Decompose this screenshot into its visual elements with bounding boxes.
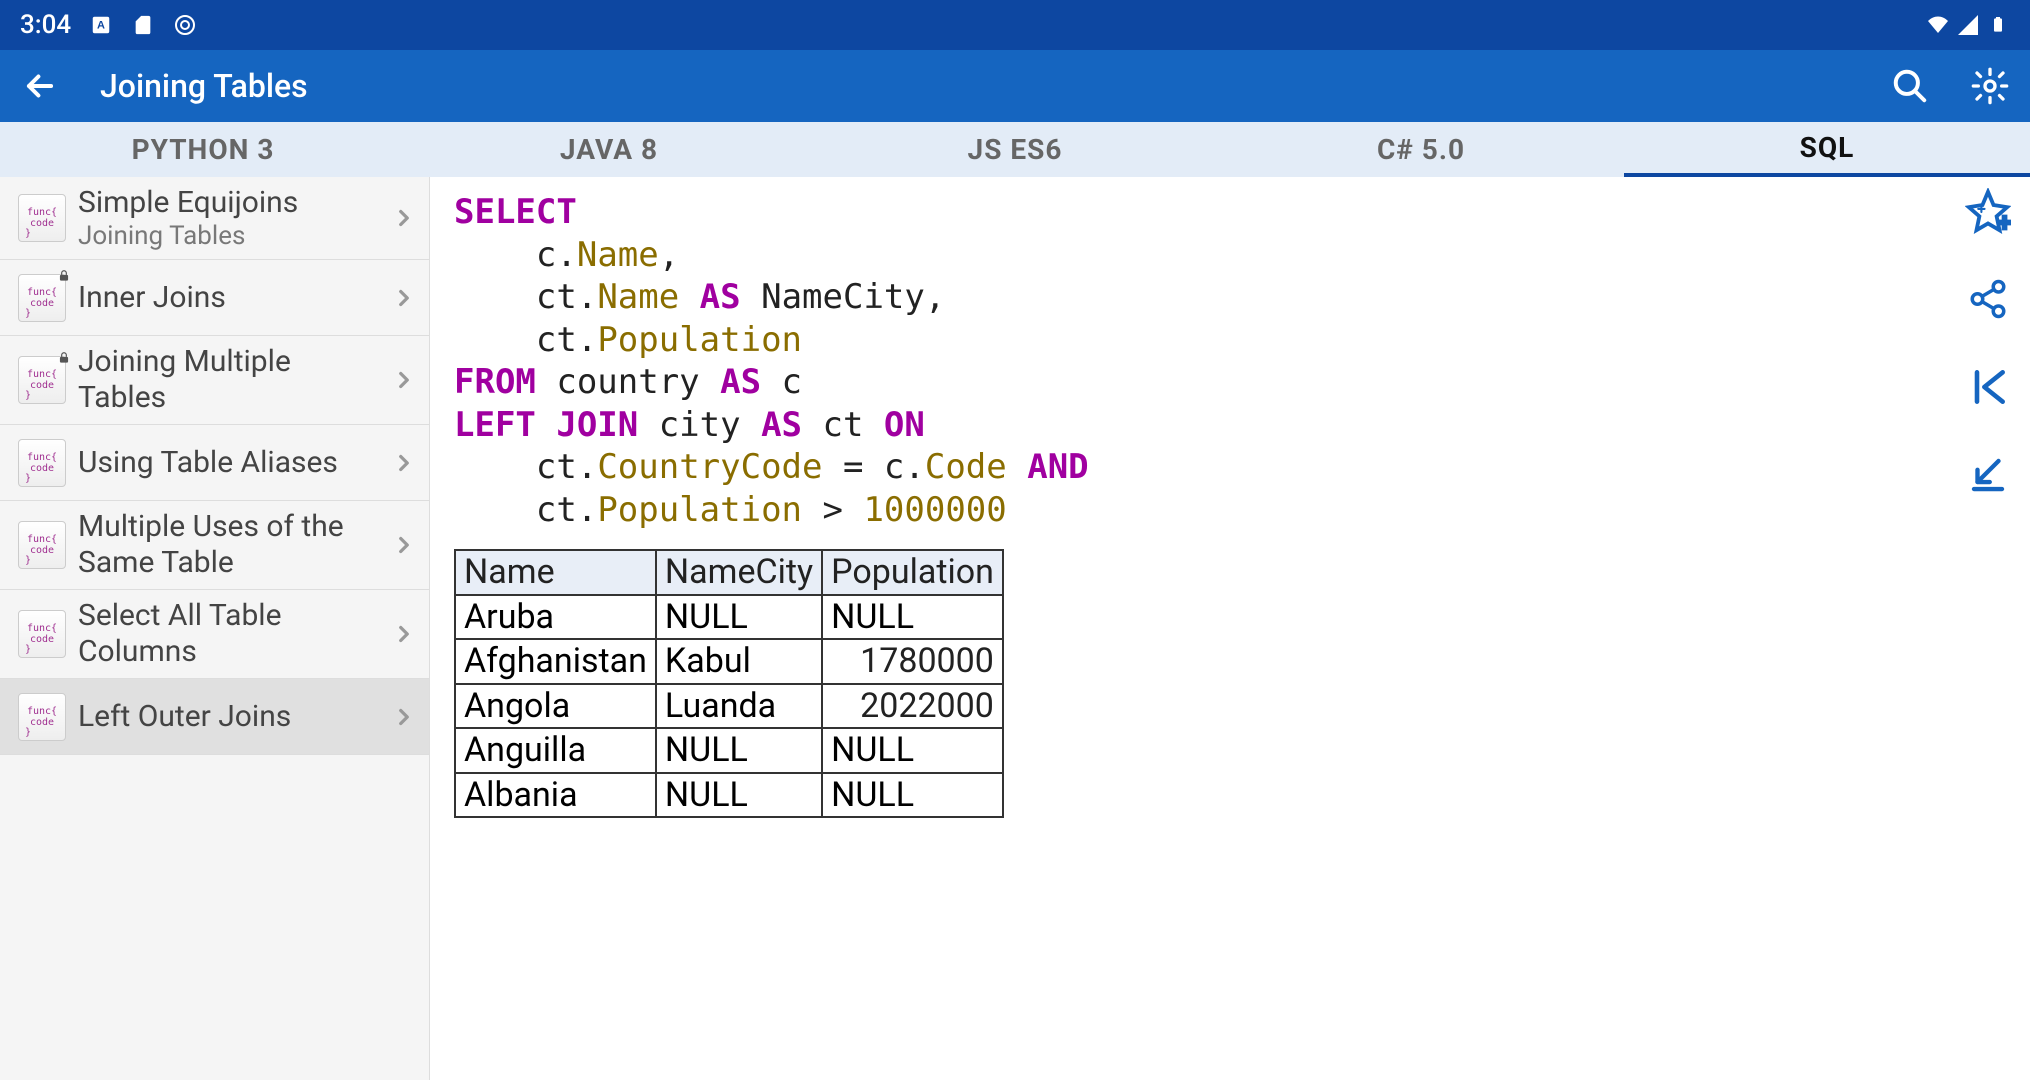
code-file-icon: } [18,610,66,658]
chevron-right-icon [391,367,417,393]
chevron-right-icon [391,205,417,231]
table-cell: NULL [822,595,1003,640]
chevron-right-icon [391,621,417,647]
table-row: ArubaNULLNULL [455,595,1003,640]
tab-java-8[interactable]: JAVA 8 [406,122,812,177]
tab-js-es6[interactable]: JS ES6 [812,122,1218,177]
tab-python-3[interactable]: PYTHON 3 [0,122,406,177]
sidebar-item-select-all-table-columns[interactable]: }Select All Table Columns [0,590,429,679]
tab-sql[interactable]: SQL [1624,122,2030,177]
table-cell: Aruba [455,595,656,640]
sidebar-item-using-table-aliases[interactable]: } Using Table Aliases [0,425,429,501]
table-cell: NULL [656,595,822,640]
lock-icon [57,351,71,365]
sidebar-item-multiple-uses-of-the-same-table[interactable]: }Multiple Uses of the Same Table [0,501,429,590]
table-cell: NULL [656,728,822,773]
table-cell: Anguilla [455,728,656,773]
table-cell: Afghanistan [455,639,656,684]
sidebar-item-title: Using Table Aliases [78,445,379,481]
sidebar-item-joining-multiple-tables[interactable]: }Joining Multiple Tables [0,336,429,425]
table-header: NameCity [656,550,822,595]
chevron-right-icon [391,285,417,311]
code-file-icon: } [18,274,66,322]
table-row: AfghanistanKabul1780000 [455,639,1003,684]
status-time: 3:04 [20,10,71,40]
table-cell: NULL [822,728,1003,773]
code-file-icon: } [18,439,66,487]
chevron-right-icon [391,704,417,730]
code-file-icon: } [18,194,66,242]
signal-icon [1956,13,1980,37]
code-file-icon: } [18,693,66,741]
sidebar-item-title: Select All Table Columns [78,598,379,670]
status-bar: 3:04 A [0,0,2030,50]
sidebar-item-simple-equijoins[interactable]: } Simple EquijoinsJoining Tables [0,177,429,260]
svg-text:A: A [97,20,105,32]
go-start-button[interactable] [1964,363,2012,411]
table-cell: Kabul [656,639,822,684]
share-button[interactable] [1964,275,2012,323]
sidebar-item-title: Simple Equijoins [78,185,379,221]
battery-icon [1986,13,2010,37]
chevron-right-icon [391,532,417,558]
sync-off-icon [173,13,197,37]
table-row: AlbaniaNULLNULL [455,773,1003,818]
sidebar-item-subtitle: Joining Tables [78,221,379,251]
table-cell: Luanda [656,684,822,729]
search-button[interactable] [1890,66,1930,106]
star-add-button[interactable]: + [1964,187,2012,235]
table-cell: Angola [455,684,656,729]
go-bottom-button[interactable] [1964,451,2012,499]
settings-button[interactable] [1970,66,2010,106]
result-table: NameNameCityPopulationArubaNULLNULLAfgha… [454,549,1004,818]
table-cell: Albania [455,773,656,818]
table-cell: NULL [822,773,1003,818]
svg-text:+: + [1998,210,2011,234]
language-tabs: PYTHON 3JAVA 8JS ES6C# 5.0SQL [0,122,2030,177]
tab-c-5-0[interactable]: C# 5.0 [1218,122,1624,177]
content-pane: SELECT c.Name, ct.Name AS NameCity, ct.P… [430,177,2030,1080]
table-header: Name [455,550,656,595]
wifi-icon [1926,13,1950,37]
keyboard-icon: A [89,13,113,37]
sql-code-block: SELECT c.Name, ct.Name AS NameCity, ct.P… [454,191,2006,531]
sidebar-item-title: Left Outer Joins [78,699,379,735]
sidebar-item-title: Multiple Uses of the Same Table [78,509,379,581]
code-file-icon: } [18,521,66,569]
sd-card-icon [131,13,155,37]
sidebar-item-title: Inner Joins [78,280,379,316]
table-header: Population [822,550,1003,595]
page-title: Joining Tables [100,67,1850,105]
table-cell: NULL [656,773,822,818]
table-cell: 2022000 [822,684,1003,729]
app-bar: Joining Tables [0,50,2030,122]
topic-sidebar[interactable]: } Simple EquijoinsJoining Tables} Inner Jo… [0,177,430,1080]
table-row: AnguillaNULLNULL [455,728,1003,773]
table-row: AngolaLuanda2022000 [455,684,1003,729]
table-cell: 1780000 [822,639,1003,684]
sidebar-item-left-outer-joins[interactable]: } Left Outer Joins [0,679,429,755]
back-button[interactable] [20,66,60,106]
chevron-right-icon [391,450,417,476]
lock-icon [57,269,71,283]
sidebar-item-title: Joining Multiple Tables [78,344,379,416]
sidebar-item-inner-joins[interactable]: } Inner Joins [0,260,429,336]
code-file-icon: } [18,356,66,404]
